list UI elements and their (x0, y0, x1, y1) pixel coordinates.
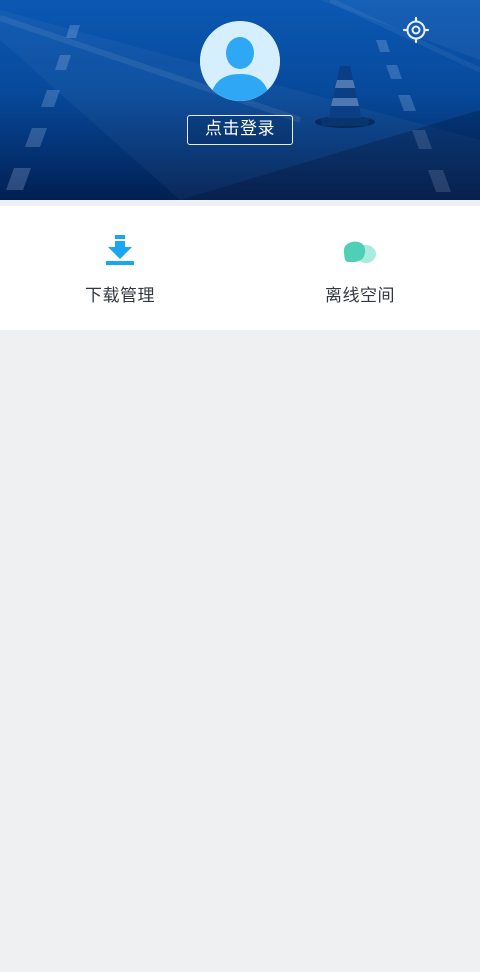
cloud-icon (240, 232, 480, 268)
profile-page: 点击登录 下载管理 离线空间 (0, 0, 480, 972)
download-manager-button[interactable]: 下载管理 (0, 206, 240, 330)
login-button[interactable]: 点击登录 (187, 115, 293, 145)
offline-space-button[interactable]: 离线空间 (240, 206, 480, 330)
user-avatar-icon[interactable] (200, 21, 280, 101)
settings-gear-icon[interactable] (400, 14, 432, 46)
traffic-cone-illustration (315, 66, 375, 128)
quick-actions-panel: 下载管理 离线空间 (0, 206, 480, 330)
download-icon (0, 232, 240, 268)
empty-content-area (0, 330, 480, 972)
download-manager-label: 下载管理 (85, 286, 155, 306)
offline-space-label: 离线空间 (325, 286, 395, 306)
profile-header: 点击登录 (0, 0, 480, 200)
